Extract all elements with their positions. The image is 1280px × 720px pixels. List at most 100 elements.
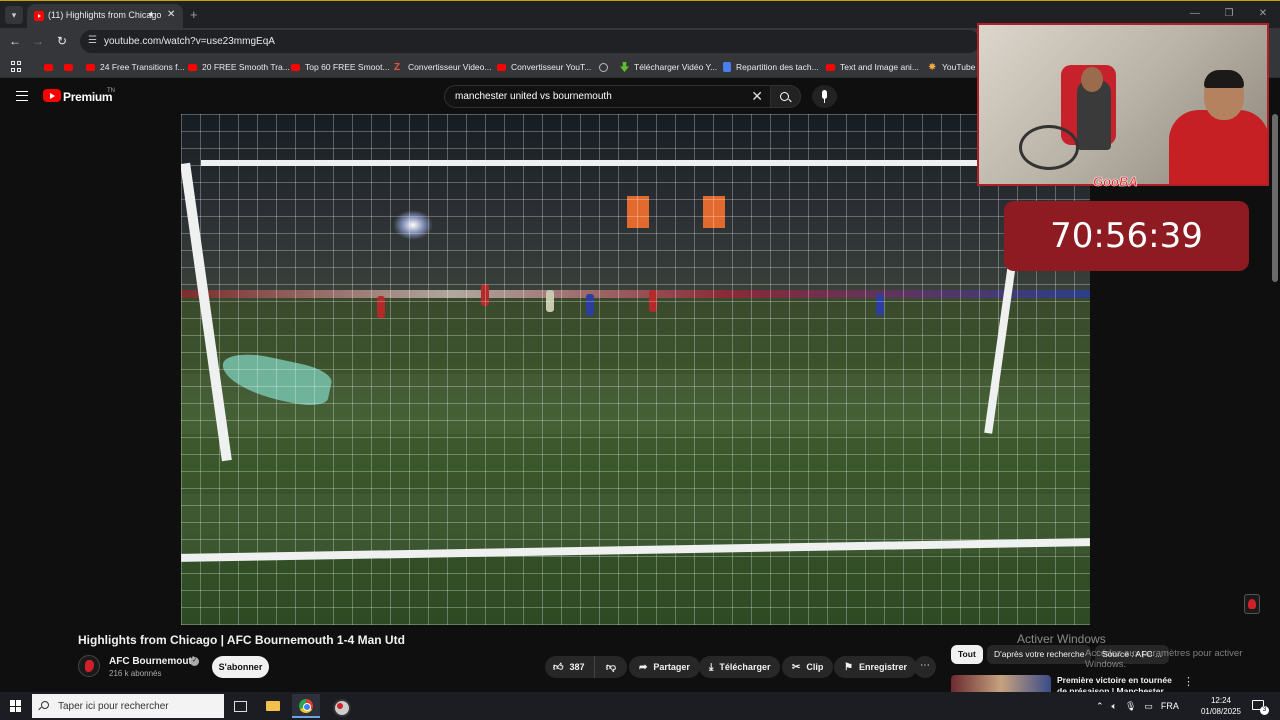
task-view-icon[interactable] [226, 694, 254, 718]
network-icon[interactable]: ▭ [1144, 701, 1153, 712]
youtube-favicon-icon [34, 11, 44, 21]
subscriber-count: 216 k abonnés [109, 669, 162, 678]
webcam-overlay [977, 23, 1269, 186]
tab-search-button[interactable]: ▾ [5, 6, 23, 24]
volume-icon[interactable]: 🔈︎ [1112, 701, 1117, 712]
clock-time: 12:24 [1210, 696, 1232, 705]
channel-badge-icon[interactable] [1244, 594, 1260, 614]
forward-arrow-icon[interactable]: → [32, 34, 44, 48]
tray-chevron-icon[interactable]: ⌃ [1096, 701, 1104, 712]
new-tab-icon[interactable]: + [190, 7, 198, 22]
bookmark-item[interactable]: Text and Image ani... [826, 60, 919, 74]
z-icon: Z [394, 61, 401, 73]
search-button[interactable] [771, 85, 801, 108]
share-button[interactable]: ➦ Partager [629, 656, 700, 678]
bookmark-item[interactable]: Repartition des tach... [723, 60, 819, 74]
like-dislike-group: 👍︎ 387 👎︎ [545, 656, 627, 678]
youtube-icon [188, 63, 197, 71]
like-count: 387 [569, 662, 585, 672]
url-text: youtube.com/watch?v=use23mmgEqA [104, 36, 275, 47]
bookmark-item[interactable] [44, 60, 58, 74]
brand-country: TN [107, 88, 115, 94]
bookmark-item[interactable]: 20 FREE Smooth Tra... [188, 60, 290, 74]
notification-count: 3 [1260, 706, 1269, 715]
system-tray: ⌃ 🔈︎ 🎙︎ ▭ FRA [1096, 692, 1187, 720]
browser-tab-active[interactable]: (11) Highlights from Chicago 🔈︎ ✕ [27, 4, 183, 29]
bookmark-item[interactable]: Top 60 FREE Smoot... [291, 60, 390, 74]
taskbar-search-placeholder: Taper ici pour rechercher [58, 701, 169, 712]
reload-icon[interactable]: ↻ [57, 34, 67, 48]
obs-icon[interactable] [326, 694, 354, 718]
youtube-icon [64, 63, 73, 71]
youtube-logo-icon[interactable] [43, 89, 61, 102]
verified-icon: ✓ [190, 657, 199, 666]
windows-start-icon[interactable] [10, 700, 22, 712]
youtube-brand[interactable]: Premium [63, 90, 113, 104]
bookmark-item[interactable]: ✸ YouTube [928, 60, 975, 74]
speaker-icon[interactable]: 🔈︎ [149, 9, 155, 20]
bookmark-item[interactable]: Z Convertisseur Video... [394, 60, 491, 74]
youtube-icon [826, 63, 835, 71]
search-query: manchester united vs bournemouth [455, 91, 612, 102]
search-icon [41, 701, 49, 709]
address-bar[interactable]: ☰ youtube.com/watch?v=use23mmgEqA [80, 30, 980, 53]
search-icon [780, 92, 789, 101]
taskbar-search-input[interactable]: Taper ici pour rechercher [32, 694, 224, 718]
chip-all[interactable]: Tout [951, 645, 983, 664]
channel-name[interactable]: AFC Bournemouth [109, 656, 198, 667]
dislike-button[interactable]: 👎︎ [595, 661, 627, 673]
bookmark-item[interactable] [64, 60, 78, 74]
menu-icon[interactable] [16, 91, 28, 101]
clip-button[interactable]: ✂ Clip [782, 656, 834, 678]
microphone-icon[interactable]: 🎙︎ [1125, 701, 1136, 712]
channel-avatar[interactable] [78, 655, 100, 677]
save-button[interactable]: ⚑ Enregistrer [834, 656, 917, 678]
voice-search-mic-icon[interactable] [812, 85, 837, 108]
taskbar-clock[interactable]: 12:24 01/08/2025 [1200, 695, 1242, 717]
back-arrow-icon[interactable]: ← [9, 34, 21, 48]
windows-activation-text: Accédez aux paramètres pour activer Wind… [1085, 648, 1243, 670]
subscribe-button[interactable]: S'abonner [212, 656, 269, 678]
share-icon: ➦ [639, 661, 648, 673]
bookmark-item[interactable]: Télécharger Vidéo Y... [620, 60, 717, 74]
like-button[interactable]: 👍︎ 387 [545, 656, 595, 678]
youtube-icon [44, 63, 53, 71]
thumbs-up-icon: 👍︎ [553, 662, 564, 673]
bookmark-icon: ⚑ [844, 661, 853, 673]
star-icon: ✸ [928, 61, 937, 73]
goal-crossbar [201, 160, 1001, 166]
download-icon [620, 62, 629, 72]
video-title: Highlights from Chicago | AFC Bournemout… [78, 633, 405, 647]
download-button[interactable]: ⤓ Télécharger [699, 656, 781, 678]
doc-icon [723, 62, 731, 72]
tab-title: (11) Highlights from Chicago [48, 10, 162, 20]
apps-grid-icon[interactable] [11, 61, 22, 72]
stream-timer: 70:56:39 [1004, 201, 1249, 271]
youtube-icon [497, 63, 506, 71]
video-player[interactable] [181, 114, 1090, 625]
chrome-icon[interactable] [292, 694, 320, 718]
close-tab-icon[interactable]: ✕ [167, 9, 175, 20]
bookmark-item[interactable]: Convertisseur YouT... [497, 60, 591, 74]
windows-taskbar: Taper ici pour rechercher ⌃ 🔈︎ 🎙︎ ▭ FRA … [0, 692, 1280, 720]
bookmark-item[interactable] [599, 60, 613, 74]
bookmark-item[interactable]: 24 Free Transitions f... [86, 60, 185, 74]
language-indicator[interactable]: FRA [1161, 701, 1179, 711]
windows-activation-title: Activer Windows [1017, 632, 1106, 646]
clear-search-icon[interactable]: ✕ [751, 88, 763, 105]
recommended-thumbnail[interactable] [951, 675, 1051, 692]
streamer-tag: GooBA [1093, 174, 1138, 190]
thumbs-down-icon: 👎︎ [605, 662, 617, 673]
youtube-icon [86, 63, 95, 71]
search-input[interactable]: manchester united vs bournemouth ✕ [444, 85, 771, 108]
site-info-icon[interactable]: ☰ [88, 35, 97, 46]
recommended-title[interactable]: Première victoire en tournée de présaiso… [1057, 675, 1177, 692]
page-scrollbar[interactable] [1272, 114, 1278, 282]
download-icon: ⤓ [709, 661, 714, 673]
recommended-more-icon[interactable]: ⋮ [1183, 675, 1194, 688]
youtube-icon [291, 63, 300, 71]
file-explorer-icon[interactable] [259, 694, 287, 718]
chip-from-search[interactable]: D'après votre recherche [987, 645, 1092, 664]
more-actions-icon[interactable]: ⋯ [914, 656, 936, 678]
steering-wheel [1019, 125, 1079, 170]
